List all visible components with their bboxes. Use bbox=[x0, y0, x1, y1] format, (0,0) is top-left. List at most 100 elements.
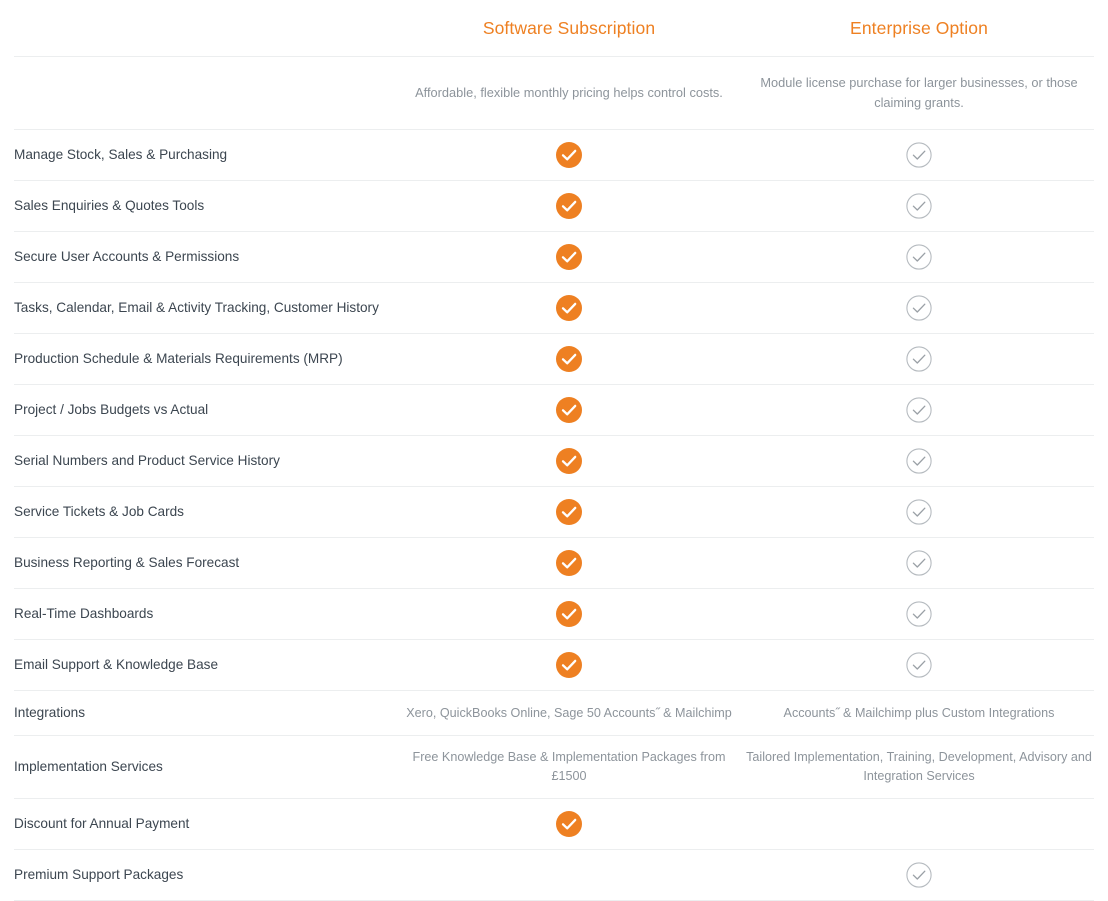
feature-name-cell: Secure User Accounts & Permissions bbox=[14, 231, 394, 283]
tagline-cell-subscription: Affordable, flexible monthly pricing hel… bbox=[394, 56, 744, 130]
table-row: Premium Support Packages bbox=[14, 849, 1094, 901]
feature-name-cell: Integrations bbox=[14, 690, 394, 736]
table-row: Email Support & Knowledge Base bbox=[14, 639, 1094, 691]
check-outline-icon bbox=[906, 550, 932, 576]
check-outline-icon bbox=[906, 346, 932, 372]
check-outline-icon bbox=[906, 193, 932, 219]
table-row: Integrations Xero, QuickBooks Online, Sag… bbox=[14, 690, 1094, 736]
table-row: Manage Stock, Sales & Purchasing bbox=[14, 129, 1094, 181]
table-row: Secure User Accounts & Permissions bbox=[14, 231, 1094, 283]
plan-cell-enterprise bbox=[744, 639, 1094, 691]
feature-name-cell: Real-Time Dashboards bbox=[14, 588, 394, 640]
feature-name-cell: Discount for Annual Payment bbox=[14, 798, 394, 850]
table-row: Business Reporting & Sales Forecast bbox=[14, 537, 1094, 589]
check-filled-icon bbox=[556, 499, 582, 525]
plan-cell-subscription bbox=[394, 639, 744, 691]
header-spacer-cell bbox=[14, 0, 394, 57]
check-outline-icon bbox=[906, 142, 932, 168]
feature-name-cell: Manage Stock, Sales & Purchasing bbox=[14, 129, 394, 181]
tagline-spacer-cell bbox=[14, 56, 394, 130]
plan-tagline-subscription: Affordable, flexible monthly pricing hel… bbox=[415, 85, 723, 100]
plan-tagline-row: Affordable, flexible monthly pricing hel… bbox=[14, 56, 1094, 130]
check-filled-icon bbox=[556, 142, 582, 168]
plan-cell-enterprise: Tailored Implementation, Training, Devel… bbox=[744, 735, 1094, 799]
plan-cell-subscription bbox=[394, 282, 744, 334]
table-row: Tasks, Calendar, Email & Activity Tracki… bbox=[14, 282, 1094, 334]
check-outline-icon bbox=[906, 601, 932, 627]
feature-name-cell: Business Reporting & Sales Forecast bbox=[14, 537, 394, 589]
table-row: Implementation Services Free Knowledge Ba… bbox=[14, 735, 1094, 799]
check-filled-icon bbox=[556, 397, 582, 423]
check-filled-icon bbox=[556, 811, 582, 837]
feature-name-cell: Service Tickets & Job Cards bbox=[14, 486, 394, 538]
check-outline-icon bbox=[906, 499, 932, 525]
plan-cell-note: Xero, QuickBooks Online, Sage 50 Account… bbox=[406, 705, 732, 720]
feature-name-cell: Email Support & Knowledge Base bbox=[14, 639, 394, 691]
plan-cell-subscription bbox=[394, 486, 744, 538]
plan-cell-enterprise bbox=[744, 537, 1094, 589]
plan-cell-note: Free Knowledge Base & Implementation Pac… bbox=[412, 750, 726, 783]
plan-tagline-enterprise: Module license purchase for larger busin… bbox=[760, 75, 1078, 110]
check-outline-icon bbox=[906, 862, 932, 888]
feature-name-cell: Sales Enquiries & Quotes Tools bbox=[14, 180, 394, 232]
table-row: Serial Numbers and Product Service Histo… bbox=[14, 435, 1094, 487]
plan-cell-empty bbox=[744, 824, 1094, 825]
plan-cell-note: Tailored Implementation, Training, Devel… bbox=[746, 750, 1092, 783]
plan-cell-subscription: Xero, QuickBooks Online, Sage 50 Account… bbox=[394, 690, 744, 736]
table-row: Project / Jobs Budgets vs Actual bbox=[14, 384, 1094, 436]
plan-cell-enterprise bbox=[744, 798, 1094, 850]
plan-cell-enterprise bbox=[744, 333, 1094, 385]
check-filled-icon bbox=[556, 550, 582, 576]
check-filled-icon bbox=[556, 346, 582, 372]
plan-comparison-table: Software Subscription Enterprise Option Af… bbox=[14, 0, 1094, 901]
plan-cell-enterprise bbox=[744, 180, 1094, 232]
plan-cell-empty bbox=[394, 875, 744, 876]
plan-cell-note: Accounts˝ & Mailchimp plus Custom Integr… bbox=[783, 705, 1055, 720]
plan-cell-enterprise bbox=[744, 588, 1094, 640]
check-outline-icon bbox=[906, 397, 932, 423]
plan-cell-subscription bbox=[394, 129, 744, 181]
plan-title-enterprise: Enterprise Option bbox=[850, 18, 988, 38]
check-filled-icon bbox=[556, 244, 582, 270]
feature-name-cell: Tasks, Calendar, Email & Activity Tracki… bbox=[14, 282, 394, 334]
plan-cell-subscription bbox=[394, 588, 744, 640]
plan-cell-subscription bbox=[394, 798, 744, 850]
table-header-row: Software Subscription Enterprise Option bbox=[14, 0, 1094, 57]
header-cell-enterprise: Enterprise Option bbox=[744, 0, 1094, 57]
check-outline-icon bbox=[906, 448, 932, 474]
plan-title-subscription: Software Subscription bbox=[482, 18, 656, 38]
check-filled-icon bbox=[556, 601, 582, 627]
plan-cell-subscription bbox=[394, 384, 744, 436]
plan-cell-subscription bbox=[394, 333, 744, 385]
plan-cell-enterprise bbox=[744, 231, 1094, 283]
check-filled-icon bbox=[556, 652, 582, 678]
plan-cell-enterprise bbox=[744, 129, 1094, 181]
plan-cell-subscription bbox=[394, 180, 744, 232]
feature-name-cell: Project / Jobs Budgets vs Actual bbox=[14, 384, 394, 436]
table-row: Production Schedule & Materials Requirem… bbox=[14, 333, 1094, 385]
check-filled-icon bbox=[556, 295, 582, 321]
feature-name-cell: Implementation Services bbox=[14, 735, 394, 799]
feature-name-cell: Serial Numbers and Product Service Histo… bbox=[14, 435, 394, 487]
plan-cell-enterprise bbox=[744, 849, 1094, 901]
plan-cell-subscription bbox=[394, 849, 744, 901]
check-filled-icon bbox=[556, 448, 582, 474]
plan-cell-enterprise bbox=[744, 486, 1094, 538]
plan-cell-enterprise bbox=[744, 435, 1094, 487]
feature-name-cell: Premium Support Packages bbox=[14, 849, 394, 901]
plan-cell-subscription bbox=[394, 435, 744, 487]
plan-cell-subscription bbox=[394, 537, 744, 589]
table-row: Discount for Annual Payment bbox=[14, 798, 1094, 850]
table-row: Service Tickets & Job Cards bbox=[14, 486, 1094, 538]
table-row: Real-Time Dashboards bbox=[14, 588, 1094, 640]
plan-cell-enterprise bbox=[744, 282, 1094, 334]
plan-cell-subscription: Free Knowledge Base & Implementation Pac… bbox=[394, 735, 744, 799]
check-outline-icon bbox=[906, 295, 932, 321]
table-row: Sales Enquiries & Quotes Tools bbox=[14, 180, 1094, 232]
plan-cell-subscription bbox=[394, 231, 744, 283]
feature-name-cell: Production Schedule & Materials Requirem… bbox=[14, 333, 394, 385]
header-cell-subscription: Software Subscription bbox=[394, 0, 744, 57]
check-filled-icon bbox=[556, 193, 582, 219]
check-outline-icon bbox=[906, 652, 932, 678]
check-outline-icon bbox=[906, 244, 932, 270]
